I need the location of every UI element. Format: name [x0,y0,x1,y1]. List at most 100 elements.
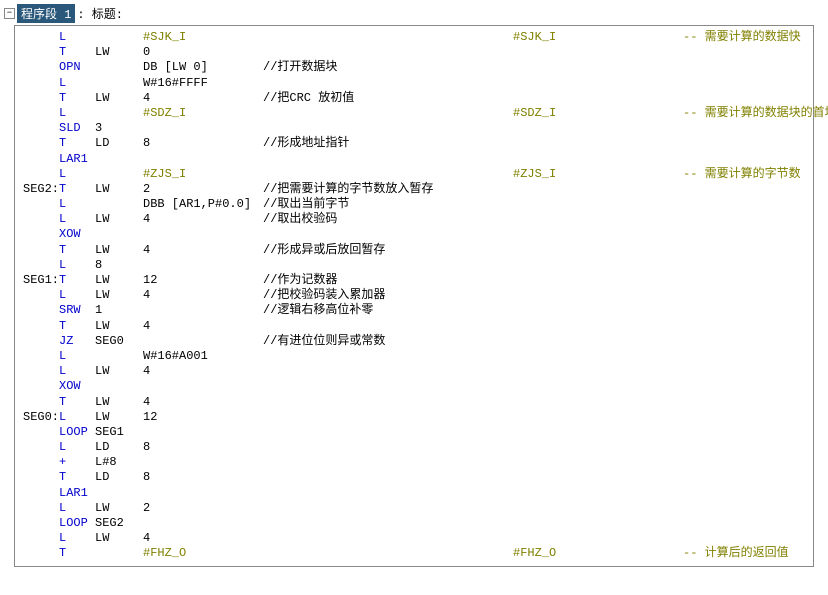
inline-comment: //形成地址指针 [263,136,349,151]
code-line: TLW0 [23,45,805,60]
inline-comment: //把需要计算的字节数放入暂存 [263,182,433,197]
operand-1: LW [95,182,143,197]
code-line: +L#8 [23,455,805,470]
opcode: L [59,258,95,273]
code-line: LLW4 [23,364,805,379]
ref-comment: -- 需要计算的数据快 [683,30,801,45]
opcode: T [59,45,95,60]
operand-2: #FHZ_O [143,546,263,561]
code-line: TLW4//形成异或后放回暂存 [23,243,805,258]
code-line: T#FHZ_O#FHZ_O-- 计算后的返回值 [23,546,805,561]
inline-comment: //取出校验码 [263,212,337,227]
operand-1: LW [95,91,143,106]
opcode: T [59,182,95,197]
code-line: L DBB [AR1,P#0.0]//取出当前字节 [23,197,805,212]
inline-comment: //打开数据块 [263,60,337,75]
opcode: L [59,76,95,91]
operand-1: LW [95,531,143,546]
operand-1: 8 [95,258,143,273]
opcode: T [59,470,95,485]
opcode: L [59,167,95,182]
operand-2: #SDZ_I [143,106,263,121]
code-line: TLD8//形成地址指针 [23,136,805,151]
code-line: SEG1:TLW12//作为记数器 [23,273,805,288]
operand-1: LW [95,501,143,516]
inline-comment: //把CRC 放初值 [263,91,354,106]
opcode: JZ [59,334,95,349]
ref-comment: -- 需要计算的字节数 [683,167,801,182]
opcode: T [59,319,95,334]
operand-1: LW [95,243,143,258]
opcode: L [59,197,95,212]
code-line: LW#16#FFFF [23,76,805,91]
code-line: SEG2:TLW2//把需要计算的字节数放入暂存 [23,182,805,197]
code-line: L8 [23,258,805,273]
code-line: TLW4 [23,319,805,334]
operand-2: 8 [143,470,263,485]
code-line: XOW [23,379,805,394]
operand-1: LW [95,319,143,334]
operand-2: #ZJS_I [143,167,263,182]
code-line: SLD3 [23,121,805,136]
operand-2: 4 [143,319,263,334]
opcode: L [59,288,95,303]
opcode: LAR1 [59,152,95,167]
opcode: L [59,30,95,45]
opcode: XOW [59,227,95,242]
opcode: T [59,546,95,561]
operand-1: SEG2 [95,516,143,531]
opcode: LOOP [59,516,95,531]
code-line: TLW4 [23,395,805,410]
segment-name[interactable]: 程序段 1 [17,4,75,23]
code-line: LOOPSEG2 [23,516,805,531]
operand-1: L#8 [95,455,143,470]
segment-title: : 标题: [77,5,123,22]
ref-comment: -- 需要计算的数据块的首地址 [683,106,828,121]
opcode: L [59,106,95,121]
code-line: SRW1//逻辑右移高位补零 [23,303,805,318]
operand-1: LW [95,395,143,410]
opcode: L [59,531,95,546]
operand-2: 12 [143,410,263,425]
operand-2: 8 [143,440,263,455]
ref-comment: -- 计算后的返回值 [683,546,789,561]
ref-variable: #SDZ_I [513,106,556,121]
code-line: TLW4//把CRC 放初值 [23,91,805,106]
line-label: SEG2: [23,182,59,197]
inline-comment: //取出当前字节 [263,197,349,212]
operand-2: 2 [143,501,263,516]
operand-2: DBB [AR1,P#0.0] [143,197,263,212]
inline-comment: //形成异或后放回暂存 [263,243,385,258]
inline-comment: //把校验码装入累加器 [263,288,385,303]
inline-comment: //作为记数器 [263,273,337,288]
operand-1: LD [95,470,143,485]
operand-2: DB [LW 0] [143,60,263,75]
operand-2: 12 [143,273,263,288]
opcode: T [59,91,95,106]
opcode: L [59,440,95,455]
opcode: L [59,349,95,364]
operand-2: W#16#A001 [143,349,263,364]
operand-1: LW [95,288,143,303]
opcode: LAR1 [59,486,95,501]
code-line: L#SJK_I#SJK_I-- 需要计算的数据快 [23,30,805,45]
code-line: L#SDZ_I#SDZ_I-- 需要计算的数据块的首地址 [23,106,805,121]
opcode: LOOP [59,425,95,440]
operand-2: 4 [143,288,263,303]
operand-1: LD [95,440,143,455]
opcode: L [59,364,95,379]
operand-2: 4 [143,531,263,546]
code-line: TLD8 [23,470,805,485]
opcode: L [59,501,95,516]
operand-1: LW [95,364,143,379]
operand-2: 8 [143,136,263,151]
operand-1: LW [95,45,143,60]
collapse-icon[interactable]: − [4,8,15,19]
code-line: LLD8 [23,440,805,455]
opcode: SLD [59,121,95,136]
code-line: L#ZJS_I#ZJS_I-- 需要计算的字节数 [23,167,805,182]
operand-1: 3 [95,121,143,136]
operand-1: LD [95,136,143,151]
operand-1: SEG0 [95,334,143,349]
operand-2: 4 [143,91,263,106]
